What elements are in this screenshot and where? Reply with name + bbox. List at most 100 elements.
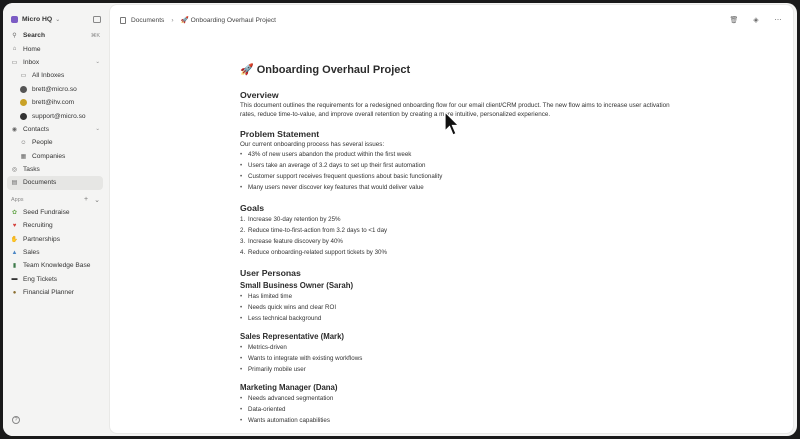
sidebar-item-label: support@micro.so	[32, 112, 86, 120]
sidebar-item-inbox-account[interactable]: support@micro.so	[7, 109, 103, 122]
persona-traits: Metrics-driven Wants to integrate with e…	[240, 342, 670, 375]
heading-user-personas[interactable]: User Personas	[240, 268, 670, 279]
breadcrumb-documents[interactable]: Documents	[131, 17, 164, 24]
list-item[interactable]: 1. Increase 30-day retention by 25%	[240, 214, 670, 225]
goal-text: Increase feature discovery by 40%	[248, 238, 343, 245]
sidebar-item-label: Partnerships	[23, 235, 61, 243]
workspace-switcher[interactable]: Micro HQ ⌄	[11, 13, 101, 25]
workspace-logo	[11, 15, 18, 23]
sidebar-item-label: brett@micro.so	[32, 85, 77, 93]
building-icon: ▦	[20, 153, 27, 160]
sidebar: Micro HQ ⌄ ⚲ Search ⌘K ⌂ Home ▭ Inbox ⌄ …	[3, 3, 107, 436]
list-item[interactable]: 4. Reduce onboarding-related support tick…	[240, 247, 670, 258]
sidebar-app-seed-fundraise[interactable]: ✿ Seed Fundraise	[7, 206, 103, 219]
sidebar-app-recruiting[interactable]: ♥ Recruiting	[7, 219, 103, 232]
problem-list: 43% of new users abandon the product wit…	[240, 149, 670, 193]
chevron-down-icon: ⌄	[55, 16, 61, 23]
heading-goals[interactable]: Goals	[240, 203, 670, 214]
document-icon: ▤	[11, 180, 18, 187]
goal-text: Increase 30-day retention by 25%	[248, 216, 341, 223]
chevron-down-icon[interactable]: ⌄	[94, 196, 100, 204]
goals-list: 1. Increase 30-day retention by 25% 2. Red…	[240, 214, 670, 258]
sidebar-app-sales[interactable]: ▲ Sales	[7, 246, 103, 259]
list-item[interactable]: Needs quick wins and clear ROI	[240, 302, 670, 313]
list-item[interactable]: Has limited time	[240, 291, 670, 302]
list-item[interactable]: 2. Reduce time-to-first-action from 3.2 d…	[240, 225, 670, 236]
persona-heading[interactable]: Marketing Manager (Dana)	[240, 383, 670, 393]
list-item[interactable]: 43% of new users abandon the product wit…	[240, 149, 670, 160]
persona-traits: Has limited time Needs quick wins and cl…	[240, 291, 670, 324]
list-item[interactable]: Metrics-driven	[240, 342, 670, 353]
more-icon[interactable]: ⋯	[773, 15, 783, 25]
avatar	[20, 112, 27, 120]
sidebar-item-contacts[interactable]: ◉ Contacts ⌄	[7, 123, 103, 136]
sidebar-app-partnerships[interactable]: ✋ Partnerships	[7, 232, 103, 245]
sidebar-item-label: Contacts	[23, 125, 50, 133]
seedling-icon: ✿	[11, 209, 18, 216]
book-icon: ▮	[12, 263, 17, 270]
sidebar-item-people[interactable]: ☺ People	[7, 136, 103, 149]
sidebar-item-label: Search	[23, 32, 45, 40]
list-item[interactable]: Wants automation capabilities	[240, 415, 670, 426]
chevron-down-icon[interactable]: ⌄	[95, 59, 100, 65]
workspace-name: Micro HQ	[22, 15, 53, 23]
topbar-actions: 🗑 ◈ ⋯	[729, 15, 783, 25]
inbox-icon: ▭	[11, 59, 18, 66]
apps-section-header: Apps + ⌄	[7, 194, 103, 206]
list-item[interactable]: Wants to integrate with existing workflo…	[240, 353, 670, 364]
plus-icon[interactable]: +	[84, 196, 88, 204]
persona-heading[interactable]: Small Business Owner (Sarah)	[240, 281, 670, 291]
trash-icon[interactable]: 🗑	[729, 15, 739, 25]
problem-intro[interactable]: Our current onboarding process has sever…	[240, 140, 670, 149]
chevron-right-icon: ›	[171, 16, 174, 24]
list-item[interactable]: 3. Increase feature discovery by 40%	[240, 236, 670, 247]
list-item[interactable]: Many users never discover key features t…	[240, 182, 670, 193]
apps-label: Apps	[11, 196, 24, 203]
sidebar-item-label: Home	[23, 45, 41, 53]
sidebar-item-search[interactable]: ⚲ Search ⌘K	[7, 29, 103, 42]
persona-heading[interactable]: Sales Representative (Mark)	[240, 332, 670, 342]
sidebar-app-team-knowledge-base[interactable]: ▮ Team Knowledge Base	[7, 259, 103, 272]
sidebar-item-label: Eng Tickets	[23, 275, 58, 283]
sidebar-app-financial-planner[interactable]: ● Financial Planner	[7, 286, 103, 299]
sidebar-nav: ⚲ Search ⌘K ⌂ Home ▭ Inbox ⌄ ▭ All Inbox…	[7, 29, 103, 299]
computer-icon: ▬	[11, 276, 18, 283]
sidebar-item-inbox-account[interactable]: brett@micro.so	[7, 83, 103, 96]
sidebar-item-label: Seed Fundraise	[23, 208, 70, 216]
check-circle-icon: ◎	[11, 167, 18, 174]
list-item[interactable]: Data-oriented	[240, 404, 670, 415]
home-icon: ⌂	[12, 46, 17, 53]
sidebar-item-inbox[interactable]: ▭ Inbox ⌄	[7, 56, 103, 69]
sidebar-item-label: People	[32, 139, 53, 147]
layers-icon[interactable]: ◈	[751, 15, 761, 25]
app-window: Micro HQ ⌄ ⚲ Search ⌘K ⌂ Home ▭ Inbox ⌄ …	[3, 3, 797, 436]
chevron-down-icon[interactable]: ⌄	[95, 126, 100, 132]
list-item[interactable]: Users take an average of 3.2 days to set…	[240, 160, 670, 171]
sidebar-item-label: Inbox	[23, 58, 40, 66]
sidebar-app-eng-tickets[interactable]: ▬ Eng Tickets	[7, 273, 103, 286]
goal-text: Reduce time-to-first-action from 3.2 day…	[248, 227, 388, 234]
breadcrumb-current[interactable]: 🚀 Onboarding Overhaul Project	[181, 16, 276, 24]
page-title[interactable]: 🚀 Onboarding Overhaul Project	[240, 63, 670, 76]
inbox-icon: ▭	[20, 73, 27, 80]
sidebar-item-companies[interactable]: ▦ Companies	[7, 150, 103, 163]
help-icon[interactable]: ?	[12, 416, 20, 424]
main-panel: Documents › 🚀 Onboarding Overhaul Projec…	[110, 5, 793, 433]
list-item[interactable]: Primarily mobile user	[240, 364, 670, 375]
sidebar-item-home[interactable]: ⌂ Home	[7, 42, 103, 55]
heading-overview[interactable]: Overview	[240, 90, 670, 101]
sidebar-toggle-icon[interactable]	[93, 15, 101, 23]
sidebar-item-all-inboxes[interactable]: ▭ All Inboxes	[7, 69, 103, 82]
handshake-icon: ✋	[10, 236, 19, 243]
sidebar-item-documents[interactable]: ▤ Documents	[7, 176, 103, 190]
sidebar-item-label: Documents	[23, 179, 57, 187]
sidebar-item-inbox-account[interactable]: brett@ihv.com	[7, 96, 103, 109]
list-item[interactable]: Needs advanced segmentation	[240, 393, 670, 404]
person-icon: ☺	[20, 139, 27, 146]
mouse-cursor-icon	[444, 111, 460, 136]
list-item[interactable]: Less technical background	[240, 313, 670, 324]
shortcut-hint: ⌘K	[90, 32, 100, 39]
avatar	[20, 85, 27, 93]
list-item[interactable]: Customer support receives frequent quest…	[240, 171, 670, 182]
sidebar-item-tasks[interactable]: ◎ Tasks	[7, 163, 103, 176]
